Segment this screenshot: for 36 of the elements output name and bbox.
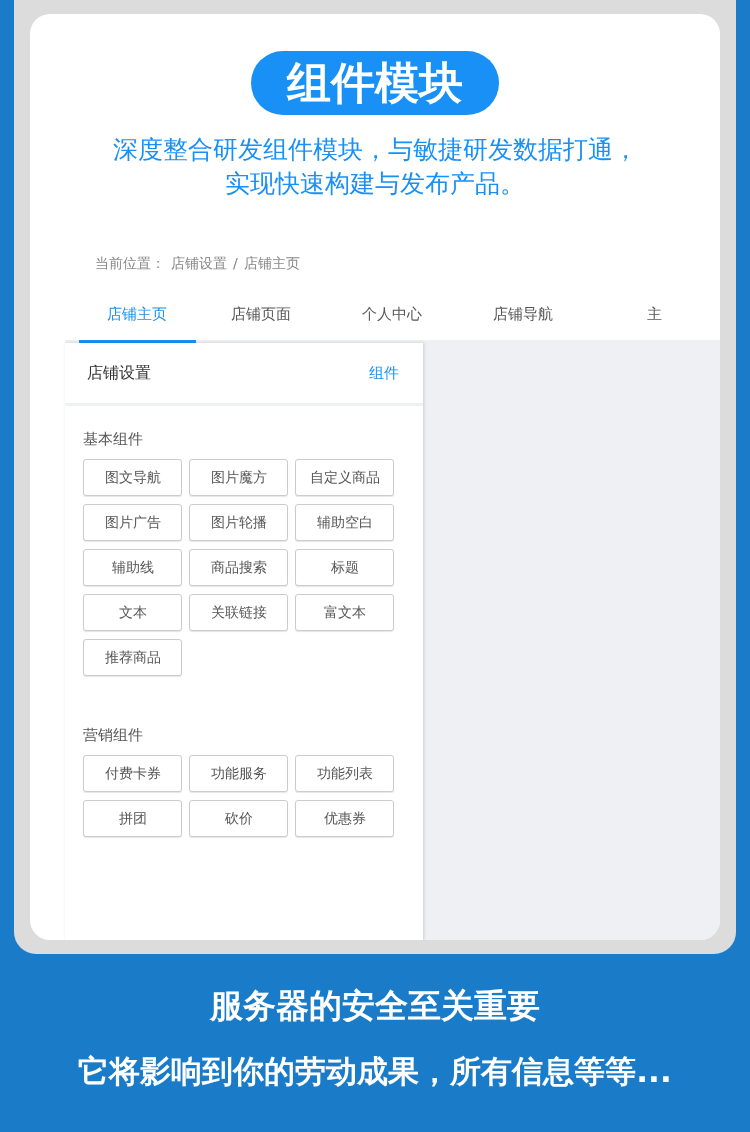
tab[interactable]: 店铺页面 — [195, 305, 327, 343]
component-button[interactable]: 商品搜索 — [189, 549, 288, 586]
component-button[interactable]: 图文导航 — [83, 459, 182, 496]
component-button[interactable]: 文本 — [83, 594, 182, 631]
component-button[interactable]: 图片广告 — [83, 504, 182, 541]
component-button[interactable]: 功能列表 — [295, 755, 394, 792]
component-button[interactable]: 自定义商品 — [295, 459, 394, 496]
component-button[interactable]: 优惠券 — [295, 800, 394, 837]
component-button[interactable]: 图片魔方 — [189, 459, 288, 496]
breadcrumb-link[interactable]: 店铺设置 — [171, 255, 227, 273]
subtitle-line: 实现快速构建与发布产品。 — [224, 168, 526, 200]
component-button[interactable]: 推荐商品 — [83, 639, 182, 676]
group-title: 营销组件 — [83, 726, 144, 745]
title-badge: 组件模块 — [251, 51, 499, 115]
footer-line: 服务器的安全至关重要 — [210, 985, 540, 1027]
component-button[interactable]: 付费卡券 — [83, 755, 182, 792]
panel-title: 店铺设置 — [87, 362, 151, 384]
footer-line: 它将影响到你的劳动成果，所有信息等等... — [78, 1052, 672, 1091]
subtitle-line: 深度整合研发组件模块，与敏捷研发数据打通， — [112, 134, 638, 166]
component-button[interactable]: 富文本 — [295, 594, 394, 631]
component-link[interactable]: 组件 — [369, 363, 399, 383]
component-button[interactable]: 砍价 — [189, 800, 288, 837]
component-button[interactable]: 图片轮播 — [189, 504, 288, 541]
component-button[interactable]: 标题 — [295, 549, 394, 586]
component-button[interactable]: 辅助线 — [83, 549, 182, 586]
component-button[interactable]: 辅助空白 — [295, 504, 394, 541]
group-title: 基本组件 — [83, 430, 144, 449]
tab[interactable]: 店铺导航 — [457, 305, 589, 343]
component-button[interactable]: 关联链接 — [189, 594, 288, 631]
breadcrumb-link[interactable]: 店铺主页 — [243, 255, 300, 273]
tab[interactable]: 主 — [588, 305, 720, 343]
component-button[interactable]: 拼团 — [83, 800, 182, 837]
breadcrumb-separator: / — [233, 255, 238, 273]
component-button[interactable]: 功能服务 — [189, 755, 288, 792]
tab[interactable]: 个人中心 — [326, 305, 458, 343]
breadcrumb-label: 当前位置： — [95, 255, 165, 273]
